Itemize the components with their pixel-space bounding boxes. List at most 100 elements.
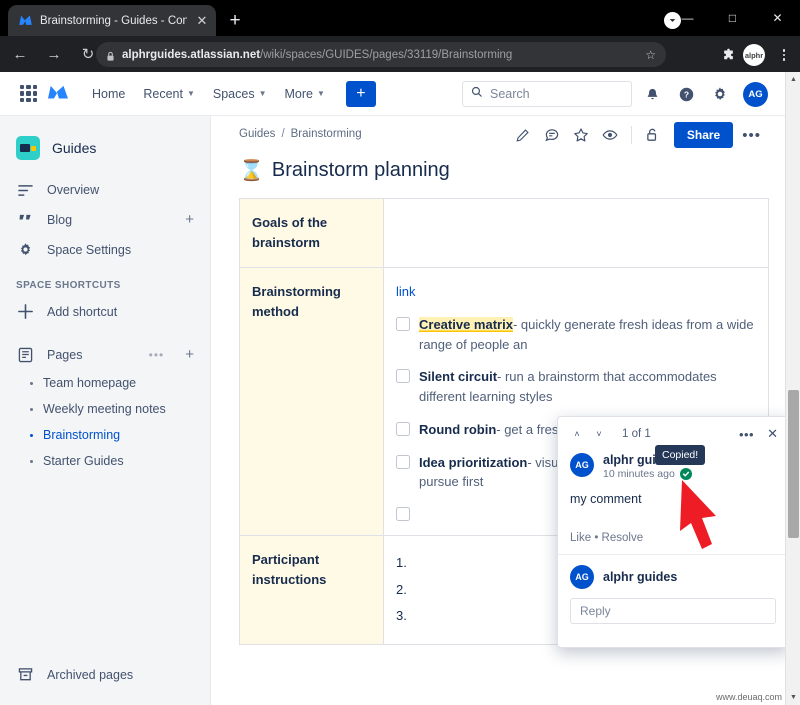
sidebar-item-label: Blog [47, 212, 73, 227]
sidebar-page-label: Starter Guides [43, 454, 124, 468]
task-checkbox[interactable] [396, 507, 410, 522]
extensions-puzzle-icon[interactable] [718, 45, 738, 65]
task-checkbox[interactable] [396, 369, 410, 384]
chevron-down-icon: ▼ [258, 89, 267, 98]
task-checkbox[interactable] [396, 454, 410, 469]
nav-item-recent[interactable]: Recent ▼ [134, 82, 204, 106]
vertical-scrollbar[interactable]: ▲ ▼ [785, 72, 800, 705]
address-bar-url: alphrguides.atlassian.net/wiki/spaces/GU… [122, 49, 512, 61]
page-toolbar: Share ••• [510, 122, 767, 148]
comment-actions: Like • Resolve [558, 506, 785, 554]
help-icon[interactable]: ? [675, 83, 697, 105]
sidebar-item-label: Archived pages [47, 667, 134, 682]
address-bar[interactable]: alphrguides.atlassian.net/wiki/spaces/GU… [96, 42, 666, 67]
reply-input[interactable] [580, 604, 766, 618]
edit-icon[interactable] [510, 122, 536, 148]
browser-tab-strip: Brainstorming - Guides - Conflue ✕ + — □… [0, 0, 800, 36]
next-comment-icon[interactable]: ˅ [590, 425, 608, 443]
notifications-bell-icon[interactable] [641, 83, 663, 105]
create-button[interactable]: + [345, 80, 376, 107]
page-more-options-button[interactable]: ••• [736, 127, 767, 144]
search-icon [471, 85, 483, 103]
bullet-icon [30, 407, 33, 411]
gear-icon[interactable] [709, 83, 731, 105]
space-header[interactable]: Guides [0, 116, 210, 176]
comment-body: my comment [570, 492, 642, 506]
window-close-button[interactable]: ✕ [755, 2, 800, 34]
sidebar-page-brainstorming[interactable]: Brainstorming [0, 422, 210, 448]
browser-profile-avatar[interactable]: alphr [743, 44, 765, 66]
url-host: alphrguides.atlassian.net [122, 48, 261, 61]
add-blog-post-button[interactable]: + [185, 211, 194, 228]
close-icon[interactable]: ✕ [194, 13, 210, 29]
sidebar-item-add-shortcut[interactable]: Add shortcut [0, 296, 210, 327]
restrictions-unlock-icon[interactable] [640, 122, 666, 148]
sidebar-item-overview[interactable]: Overview [0, 176, 210, 204]
share-button[interactable]: Share [673, 122, 734, 148]
previous-comment-icon[interactable]: ˄ [568, 425, 586, 443]
search-input-wrapper[interactable] [462, 81, 632, 107]
user-avatar[interactable]: AG [743, 82, 768, 107]
pages-options-button[interactable]: ••• [149, 348, 165, 362]
sidebar-item-label: Pages [47, 347, 83, 362]
sidebar-item-blog[interactable]: Blog + [0, 204, 210, 235]
sidebar-item-label: Space Settings [47, 242, 132, 257]
sidebar-item-space-settings[interactable]: Space Settings [0, 235, 210, 264]
window-maximize-button[interactable]: □ [710, 2, 755, 34]
apps-grid-icon[interactable] [20, 85, 37, 102]
nav-item-home[interactable]: Home [83, 82, 134, 106]
breadcrumb-item-space[interactable]: Guides [239, 128, 275, 140]
browser-menu-icon[interactable] [774, 44, 794, 66]
table-row: Goals of the brainstorm [239, 197, 769, 269]
nav-item-spaces[interactable]: Spaces ▼ [204, 82, 276, 106]
breadcrumb-separator: / [281, 128, 285, 140]
sidebar-page-weekly-meeting-notes[interactable]: Weekly meeting notes [0, 396, 210, 422]
page-title: ⌛ Brainstorm planning [239, 158, 450, 183]
task-item: Creative matrix- quickly generate fresh … [396, 315, 756, 355]
sidebar-item-archived-pages[interactable]: Archived pages [0, 660, 210, 689]
add-page-button[interactable]: + [185, 346, 194, 363]
confluence-logo-icon[interactable] [47, 84, 69, 104]
reply-input-wrapper[interactable] [570, 598, 776, 624]
like-button[interactable]: Like [570, 532, 591, 544]
star-icon[interactable] [568, 122, 594, 148]
scroll-down-icon[interactable]: ▼ [786, 690, 800, 705]
task-term: Round robin [419, 421, 497, 437]
task-checkbox[interactable] [396, 421, 410, 436]
resolve-button[interactable]: Resolve [602, 532, 644, 544]
search-input[interactable] [490, 87, 623, 101]
back-icon[interactable]: ← [6, 40, 34, 68]
table-header-cell: Brainstorming method [239, 267, 384, 537]
green-check-icon [679, 468, 692, 480]
comment-icon[interactable] [539, 122, 565, 148]
breadcrumb-item-page[interactable]: Brainstorming [291, 128, 362, 140]
scrollbar-thumb[interactable] [788, 390, 799, 538]
sidebar-page-starter-guides[interactable]: Starter Guides [0, 448, 210, 474]
sidebar-item-pages[interactable]: Pages ••• + [0, 339, 210, 370]
browser-tab[interactable]: Brainstorming - Guides - Conflue ✕ [8, 5, 216, 36]
forward-icon[interactable]: → [40, 40, 68, 68]
avatar: AG [570, 565, 594, 589]
window-minimize-button[interactable]: — [665, 2, 710, 34]
bullet-icon [30, 433, 33, 437]
close-icon[interactable]: ✕ [767, 426, 778, 442]
sidebar-page-team-homepage[interactable]: Team homepage [0, 370, 210, 396]
table-body-cell[interactable] [383, 197, 769, 269]
scroll-up-icon[interactable]: ▲ [786, 72, 800, 87]
breadcrumb: Guides / Brainstorming [239, 128, 362, 140]
task-term: Idea prioritization [419, 454, 528, 470]
nav-item-label: More [284, 86, 313, 101]
blog-icon [16, 213, 34, 226]
bookmark-star-icon[interactable]: ☆ [645, 48, 656, 62]
space-sidebar: Guides Overview Blog + Space Settings SP… [0, 116, 211, 705]
new-tab-button[interactable]: + [224, 10, 246, 32]
chevron-down-icon: ▼ [186, 89, 195, 98]
nav-item-more[interactable]: More ▼ [276, 82, 334, 106]
watch-eye-icon[interactable] [597, 122, 623, 148]
comment-options-button[interactable]: ••• [739, 427, 754, 442]
space-name: Guides [52, 140, 97, 156]
sidebar-item-label: Add shortcut [47, 304, 118, 319]
task-checkbox[interactable] [396, 316, 410, 331]
watermark: www.deuaq.com [715, 692, 782, 702]
content-link[interactable]: link [396, 282, 756, 302]
